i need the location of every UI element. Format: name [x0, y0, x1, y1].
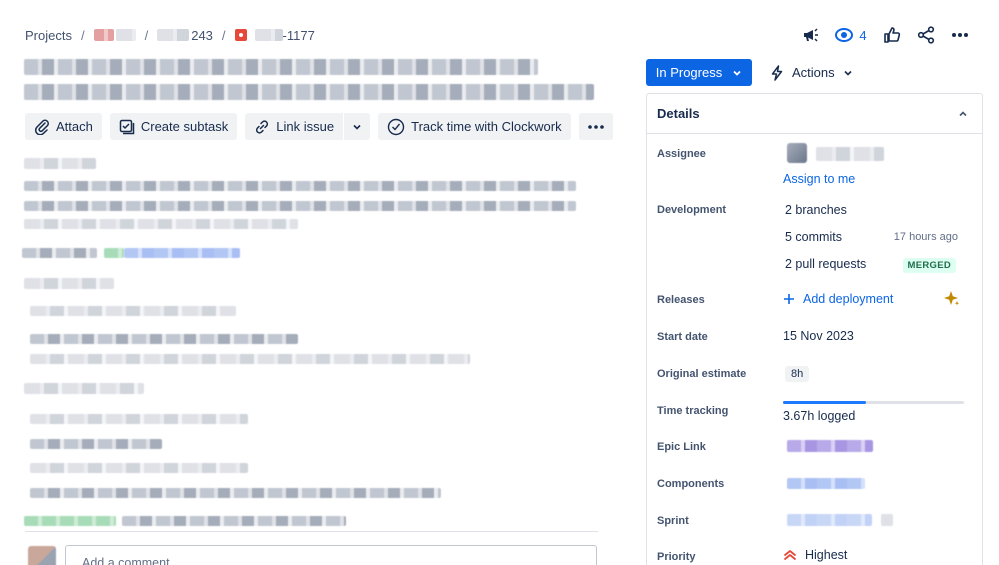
paperclip-icon — [34, 119, 49, 135]
priority-row: Priority Highest — [657, 548, 848, 563]
chevron-down-icon — [353, 124, 361, 130]
parent-key-redacted — [157, 29, 190, 41]
time-tracking-bar — [783, 401, 964, 404]
thumbs-up-icon[interactable] — [875, 24, 909, 46]
releases-row: Releases Add deployment — [657, 291, 968, 316]
epic-link-row: Epic Link — [657, 440, 968, 462]
lightning-icon — [771, 64, 783, 81]
activity-divider — [25, 531, 598, 532]
issue-title-line-2-redacted[interactable] — [24, 84, 594, 100]
description-line-redacted — [24, 219, 298, 229]
more-icon[interactable] — [943, 24, 977, 46]
development-row: Development 2 branches 5 commits 17 hour… — [657, 203, 958, 273]
start-date-row: Start date 15 Nov 2023 — [657, 329, 854, 343]
description-link-redacted[interactable] — [104, 248, 124, 258]
branches-link[interactable]: 2 branches — [785, 203, 847, 217]
description-line-redacted — [24, 181, 576, 191]
clock-icon — [387, 118, 405, 135]
subtask-icon — [119, 119, 135, 134]
merged-badge: MERGED — [902, 258, 956, 273]
description-heading-redacted — [24, 158, 96, 169]
start-date-value[interactable]: 15 Nov 2023 — [783, 329, 854, 343]
epic-link-redacted[interactable] — [787, 440, 873, 452]
chevron-up-icon — [959, 110, 967, 116]
watch-button[interactable]: 4 — [827, 24, 875, 46]
details-panel: Details Assignee Assign to me Developmen… — [646, 93, 983, 565]
details-title: Details — [657, 106, 700, 121]
attach-button[interactable]: Attach — [25, 113, 102, 140]
details-header[interactable]: Details — [647, 94, 982, 134]
description-bullet-redacted — [30, 354, 470, 364]
priority-highest-icon — [784, 550, 796, 560]
chevron-down-icon — [733, 70, 741, 76]
share-icon[interactable] — [909, 24, 943, 46]
description-bullet-redacted — [30, 414, 248, 424]
description-link-redacted[interactable] — [124, 248, 240, 258]
description-bullet-redacted — [30, 488, 441, 498]
more-icon — [587, 124, 604, 129]
project-name-redacted — [115, 29, 136, 41]
sprint-row: Sprint — [657, 514, 968, 536]
time-tracking-row[interactable]: Time tracking 3.67h logged — [657, 401, 968, 432]
plus-icon — [784, 294, 794, 304]
bug-icon — [234, 29, 247, 41]
breadcrumb: Projects / / 243 / -1177 — [25, 27, 315, 43]
sprint-extra-redacted — [881, 514, 893, 526]
chevron-down-icon — [844, 70, 852, 76]
track-time-button[interactable]: Track time with Clockwork — [378, 113, 571, 140]
pull-requests-link[interactable]: 2 pull requests — [785, 257, 866, 271]
project-avatar — [93, 29, 114, 41]
megaphone-icon[interactable] — [793, 24, 827, 46]
breadcrumb-parent-issue[interactable]: 243 — [157, 28, 213, 43]
components-redacted[interactable] — [787, 478, 865, 489]
sprint-redacted[interactable] — [787, 514, 872, 526]
link-issue-dropdown-button[interactable] — [344, 113, 371, 140]
link-icon — [256, 119, 269, 134]
issue-toolbar: Attach Create subtask Link issue Track t… — [25, 113, 613, 140]
link-issue-button[interactable]: Link issue — [245, 113, 344, 140]
comment-input[interactable]: Add a comment... — [65, 545, 597, 565]
commits-time: 17 hours ago — [893, 231, 958, 243]
breadcrumb-projects[interactable]: Projects — [25, 28, 72, 43]
issue-key-redacted — [254, 29, 283, 41]
eye-icon — [835, 28, 854, 42]
sparkle-icon[interactable] — [942, 290, 960, 308]
description-bullet-redacted — [30, 439, 162, 449]
description-bullet-redacted — [30, 334, 298, 344]
status-button[interactable]: In Progress — [646, 59, 752, 86]
description-line-redacted — [22, 248, 97, 258]
description-heading-redacted — [24, 278, 114, 289]
description-line-redacted — [122, 516, 346, 526]
description-bullet-redacted — [30, 463, 248, 473]
link-issue-split-button: Link issue — [245, 113, 371, 140]
add-deployment-button[interactable]: Add deployment — [783, 292, 893, 306]
breadcrumb-current-issue[interactable]: -1177 — [234, 28, 315, 43]
breadcrumb-project[interactable] — [93, 29, 136, 41]
time-tracking-bar-fill — [783, 401, 867, 404]
components-row: Components — [657, 477, 968, 499]
description-line-redacted — [24, 201, 576, 211]
assignee-name-redacted[interactable] — [816, 147, 884, 161]
assignee-row: Assignee Assign to me — [657, 143, 968, 187]
assign-to-me-link[interactable]: Assign to me — [783, 172, 855, 186]
priority-value[interactable]: Highest — [783, 548, 847, 562]
original-estimate-value[interactable]: 8h — [785, 366, 810, 382]
more-actions-button[interactable] — [578, 113, 613, 140]
avatar — [28, 546, 56, 565]
actions-button[interactable]: Actions — [770, 59, 853, 86]
description-heading-redacted — [24, 383, 144, 394]
description-link-redacted[interactable] — [24, 516, 116, 526]
time-logged: 3.67h logged — [783, 409, 856, 423]
issue-header-actions: 4 — [793, 24, 977, 46]
issue-title-line-1-redacted[interactable] — [24, 59, 538, 75]
commits-link[interactable]: 5 commits — [785, 230, 842, 244]
avatar[interactable] — [787, 143, 807, 163]
watch-count: 4 — [859, 27, 867, 43]
description-bullet-redacted — [30, 306, 236, 316]
original-estimate-row: Original estimate 8h — [657, 366, 968, 390]
create-subtask-button[interactable]: Create subtask — [109, 113, 238, 140]
